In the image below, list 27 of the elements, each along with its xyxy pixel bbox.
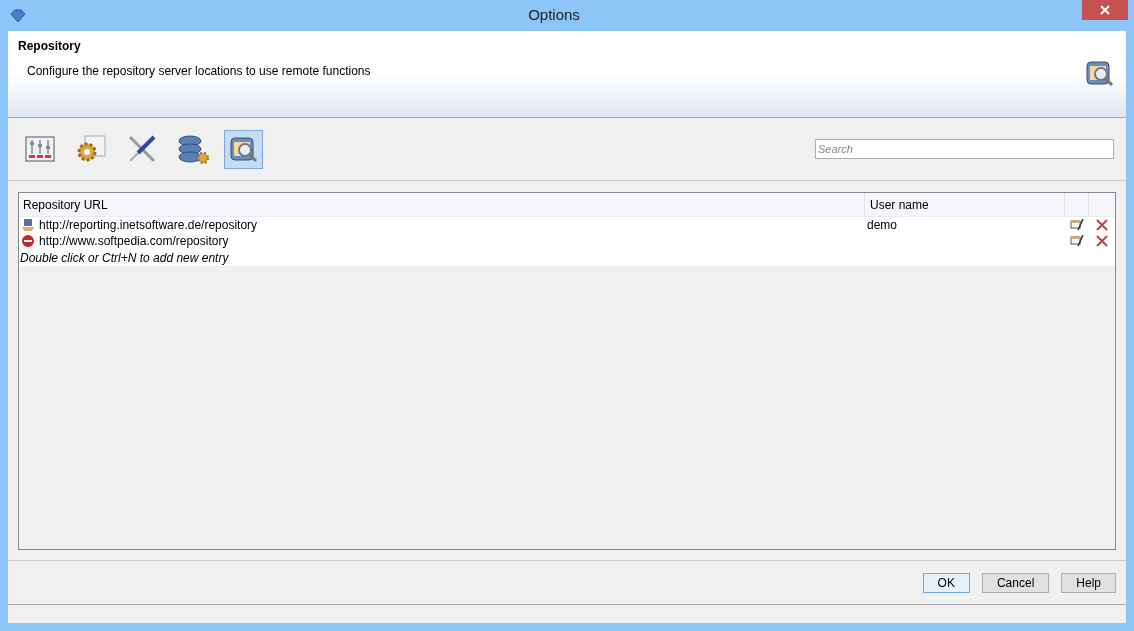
dialog-button[interactable]: Help <box>1061 572 1116 593</box>
add-entry-hint: Double click or Ctrl+N to add new entry <box>20 249 229 267</box>
sliders-icon <box>24 136 55 162</box>
diamond-icon <box>10 8 26 23</box>
database-gear-icon <box>175 132 210 166</box>
dialog-button[interactable]: Cancel <box>981 572 1050 593</box>
page-title: Repository <box>18 38 82 55</box>
window-title: Options <box>527 5 581 26</box>
close-button[interactable] <box>1082 0 1128 20</box>
column-header[interactable]: Repository URL <box>19 193 865 216</box>
url-cell-text: http://www.softpedia.com/repository <box>39 233 229 250</box>
page-description: Configure the repository server locations to use remote functions <box>27 63 372 80</box>
delete-icon <box>1096 235 1108 247</box>
pencil-edit-icon <box>1070 235 1084 247</box>
dialog-button[interactable]: OK <box>922 572 970 593</box>
url-cell-text: http://reporting.inetsoftware.de/repository <box>39 217 258 234</box>
edit-button[interactable] <box>1070 235 1084 247</box>
toolbar-button[interactable] <box>224 129 263 169</box>
delete-button[interactable] <box>1096 235 1108 247</box>
column-header[interactable]: User name <box>865 193 1065 216</box>
search-field[interactable]: Search <box>815 139 1114 159</box>
edit-button[interactable] <box>1070 219 1084 231</box>
close-icon <box>1100 5 1110 15</box>
server-icon <box>21 218 35 232</box>
user-cell: demo <box>867 218 898 232</box>
delete-icon <box>1096 219 1108 231</box>
delete-button[interactable] <box>1096 219 1108 231</box>
